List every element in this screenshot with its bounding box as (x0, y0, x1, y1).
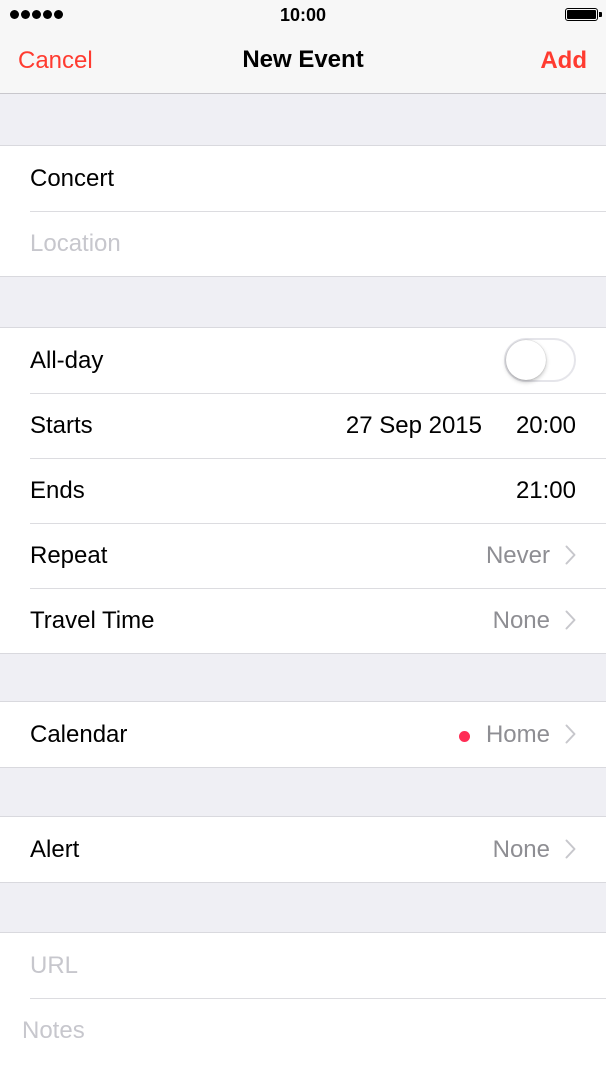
calendar-row[interactable]: Calendar Home (0, 702, 606, 767)
url-notes-group: URL Notes (0, 932, 606, 1077)
starts-label: Starts (30, 412, 93, 439)
travel-time-value: None (492, 607, 550, 634)
alert-group: Alert None (0, 816, 606, 883)
all-day-row: All-day (0, 328, 606, 393)
battery-icon (565, 8, 602, 21)
alert-row[interactable]: Alert None (0, 817, 606, 882)
event-details-group: Concert Location (0, 145, 606, 277)
chevron-right-icon (565, 724, 576, 744)
add-button[interactable]: Add (540, 47, 587, 75)
url-field[interactable]: URL (0, 933, 606, 998)
title-field[interactable]: Concert (0, 146, 606, 211)
ends-label: Ends (30, 477, 85, 504)
toggle-knob (506, 340, 546, 380)
location-field[interactable]: Location (0, 211, 606, 276)
calendar-label: Calendar (30, 721, 128, 748)
chevron-right-icon (565, 839, 576, 859)
notes-placeholder: Notes (22, 1017, 85, 1044)
repeat-value: Never (485, 542, 550, 569)
schedule-group: All-day Starts 27 Sep 2015 20:00 Ends 21… (0, 327, 606, 654)
repeat-label: Repeat (30, 542, 108, 569)
travel-time-row[interactable]: Travel Time None (0, 588, 606, 653)
ends-time: 21:00 (515, 477, 576, 504)
all-day-toggle[interactable] (504, 338, 576, 382)
starts-time: 20:00 (515, 412, 576, 439)
starts-date: 27 Sep 2015 (345, 412, 482, 439)
notes-field[interactable]: Notes (0, 998, 606, 1063)
url-placeholder: URL (30, 952, 79, 979)
repeat-row[interactable]: Repeat Never (0, 523, 606, 588)
ends-row[interactable]: Ends 21:00 (0, 458, 606, 523)
location-placeholder: Location (30, 230, 121, 257)
alert-label: Alert (30, 836, 80, 863)
calendar-group: Calendar Home (0, 701, 606, 768)
calendar-value: Home (485, 721, 550, 748)
chevron-right-icon (565, 610, 576, 630)
travel-time-label: Travel Time (30, 607, 155, 634)
starts-row[interactable]: Starts 27 Sep 2015 20:00 (0, 393, 606, 458)
status-bar: 10:00 (0, 0, 606, 30)
page-title: New Event (242, 46, 364, 73)
navigation-bar: Cancel New Event Add (0, 30, 606, 94)
alert-value: None (492, 836, 550, 863)
title-value: Concert (30, 165, 115, 192)
status-time: 10:00 (279, 5, 327, 25)
calendar-color-dot (459, 731, 470, 742)
chevron-right-icon (565, 545, 576, 565)
all-day-label: All-day (30, 347, 104, 374)
